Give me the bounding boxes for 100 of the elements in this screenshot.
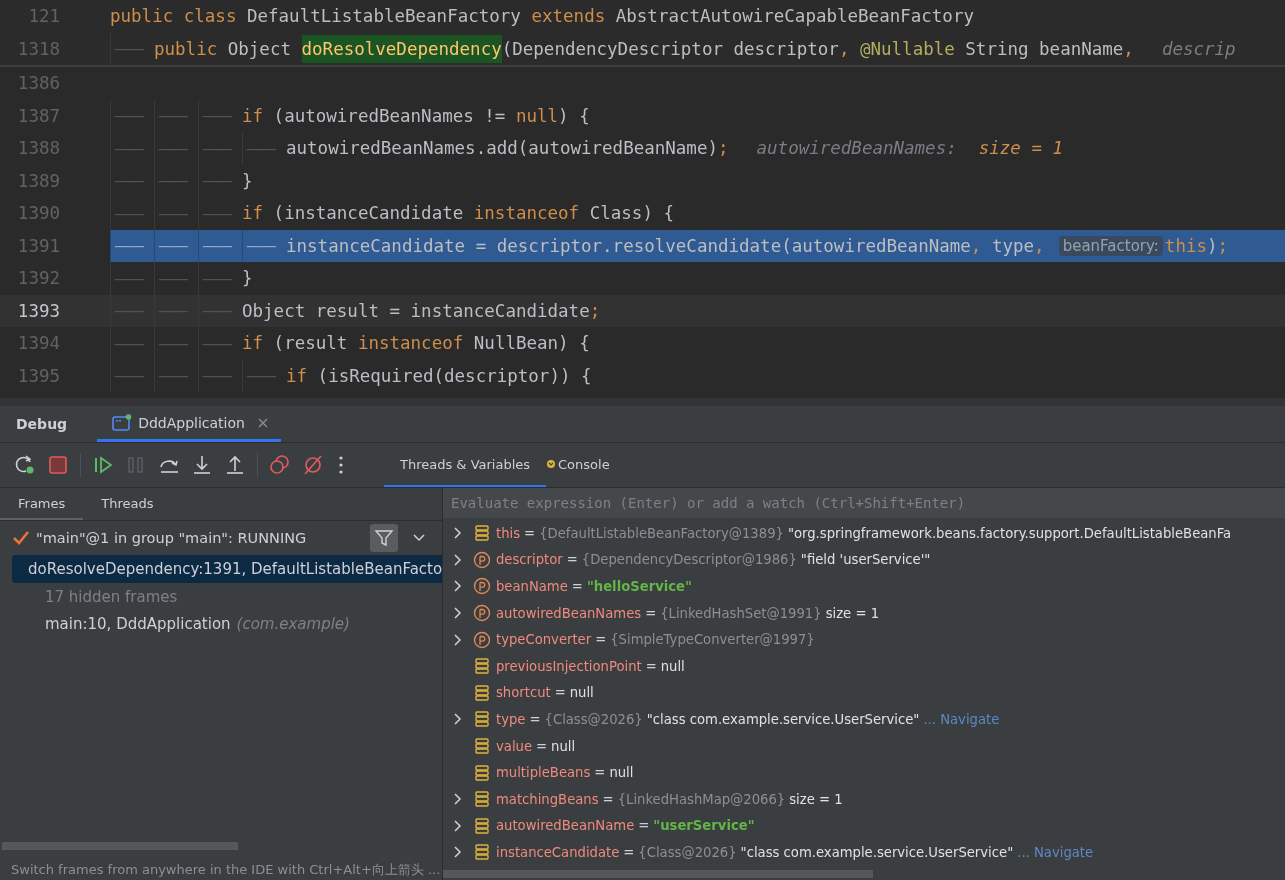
filter-icon[interactable] bbox=[370, 524, 398, 552]
variable-name: autowiredBeanName bbox=[496, 818, 635, 834]
line-number: 1389 bbox=[16, 170, 60, 191]
whitespace-mark: —— bbox=[158, 107, 186, 125]
whitespace-mark: —— bbox=[202, 107, 230, 125]
keyword: if bbox=[242, 333, 265, 354]
punctuation: , bbox=[1034, 235, 1045, 256]
whitespace-mark: —— bbox=[202, 302, 230, 320]
line-number: 1387 bbox=[16, 105, 60, 126]
parameter-icon bbox=[473, 604, 491, 623]
frames-tab[interactable]: Threads bbox=[83, 488, 172, 520]
scrollbar[interactable] bbox=[2, 842, 238, 850]
equals-sign: = bbox=[571, 579, 583, 594]
variable-name: descriptor bbox=[496, 552, 563, 568]
whitespace-mark: —— bbox=[158, 172, 186, 190]
code-text: AbstractAutowireCapableBeanFactory bbox=[615, 6, 974, 27]
whitespace-mark: —— bbox=[158, 204, 186, 222]
variable-name: matchingBeans bbox=[496, 791, 599, 807]
variable-name: type bbox=[496, 711, 526, 727]
rerun-icon[interactable] bbox=[14, 454, 36, 476]
field-stack-icon bbox=[473, 524, 491, 543]
punctuation: , bbox=[970, 235, 982, 256]
variable-name: shortcut bbox=[496, 685, 551, 701]
inlay-hint: autowiredBeanNames: bbox=[756, 138, 957, 159]
whitespace-mark: —— bbox=[114, 204, 142, 222]
whitespace-mark: —— bbox=[114, 139, 142, 157]
package-name: (com.example) bbox=[236, 614, 350, 633]
field-stack-icon bbox=[473, 737, 491, 756]
equals-sign: = bbox=[554, 685, 566, 701]
parameter-hint: beanFactory: bbox=[1058, 235, 1163, 256]
thread-selector[interactable]: "main"@1 in group "main": RUNNING bbox=[36, 530, 364, 546]
stack-frame[interactable]: main:10, DddApplication (com.example) bbox=[0, 610, 442, 637]
punctuation: ; bbox=[589, 300, 601, 321]
checkmark-icon bbox=[12, 530, 30, 546]
keyword: if bbox=[242, 105, 265, 126]
keyword: instanceof bbox=[357, 333, 465, 354]
inlay-value: size = 1 bbox=[978, 138, 1063, 159]
session-tab[interactable]: DddApplication bbox=[97, 406, 281, 442]
expression-field[interactable]: Evaluate expression (Enter) or add a watch (Ctrl+Shift+Enter) bbox=[443, 488, 1285, 518]
close-icon[interactable] bbox=[256, 416, 269, 429]
equals-sign: = bbox=[645, 658, 657, 674]
stack-frame[interactable]: doResolveDependency:1391, DefaultListableBeanFacto bbox=[12, 555, 442, 583]
breakpoints-icon[interactable] bbox=[269, 454, 291, 476]
code-text: (isRequired(descriptor)) { bbox=[317, 365, 592, 386]
value-text: "class com.example.service.UserService" bbox=[646, 711, 920, 727]
view-tab[interactable]: Console bbox=[546, 443, 626, 487]
whitespace-mark: —— bbox=[114, 334, 142, 352]
whitespace-mark: —— bbox=[114, 107, 142, 125]
line-number: 1392 bbox=[16, 268, 60, 289]
punctuation: , bbox=[838, 38, 850, 59]
keyword: if bbox=[242, 203, 265, 224]
whitespace-mark: —— bbox=[246, 139, 274, 157]
code-text: ) bbox=[1207, 235, 1218, 256]
whitespace-mark: —— bbox=[114, 269, 142, 287]
whitespace-mark: —— bbox=[202, 204, 230, 222]
step-out-icon[interactable] bbox=[224, 454, 246, 476]
console-bug-icon bbox=[546, 459, 557, 469]
value-text: null bbox=[551, 738, 576, 754]
equals-sign: = bbox=[524, 525, 536, 541]
code-text: DefaultListableBeanFactory bbox=[246, 6, 522, 27]
line-number: 1386 bbox=[16, 73, 60, 94]
string-value: "helloService" bbox=[586, 579, 692, 594]
frames-tab[interactable]: Frames bbox=[0, 488, 84, 520]
code-text: } bbox=[242, 170, 253, 191]
punctuation: , bbox=[1123, 38, 1134, 59]
whitespace-mark: —— bbox=[246, 367, 274, 385]
variable-name: value bbox=[496, 738, 533, 754]
keyword: public bbox=[154, 38, 219, 59]
variable-name: multipleBeans bbox=[496, 765, 591, 781]
punctuation: ; bbox=[718, 138, 729, 159]
value-text: null bbox=[660, 658, 685, 674]
code-text: (instanceCandidate bbox=[273, 203, 465, 224]
equals-sign: = bbox=[602, 791, 614, 807]
step-into-icon[interactable] bbox=[191, 454, 213, 476]
equals-sign: = bbox=[536, 738, 548, 754]
inlay-hint: descrip bbox=[1161, 38, 1236, 59]
panel-title: Debug bbox=[16, 416, 68, 432]
parameter-icon bbox=[473, 550, 491, 569]
resume-icon[interactable] bbox=[92, 454, 114, 476]
whitespace-mark: —— bbox=[246, 237, 274, 255]
value-text: "class com.example.service.UserService" bbox=[740, 844, 1014, 860]
scrollbar[interactable] bbox=[443, 870, 873, 878]
value-text: size = 1 bbox=[825, 605, 880, 621]
whitespace-mark: —— bbox=[202, 139, 230, 157]
variable-name: previousInjectionPoint bbox=[496, 658, 642, 674]
whitespace-mark: —— bbox=[114, 172, 142, 190]
object-reference: {Class@2026} bbox=[638, 844, 737, 860]
stop-icon[interactable] bbox=[47, 454, 69, 476]
whitespace-mark: —— bbox=[158, 237, 186, 255]
chevron-down-icon[interactable] bbox=[412, 533, 426, 543]
object-reference: {LinkedHashMap@2066} bbox=[617, 791, 786, 807]
whitespace-mark: —— bbox=[114, 237, 142, 255]
whitespace-mark: —— bbox=[202, 367, 230, 385]
equals-sign: = bbox=[623, 844, 635, 860]
code-text: (autowiredBeanNames != bbox=[273, 105, 507, 126]
field-stack-icon bbox=[473, 657, 491, 676]
mute-breakpoints-icon[interactable] bbox=[302, 454, 324, 476]
code-text: instanceCandidate = descriptor.resolveCandidate(autowiredBeanName bbox=[286, 235, 971, 256]
value-text: null bbox=[609, 765, 634, 781]
line-number: 1390 bbox=[16, 203, 60, 224]
